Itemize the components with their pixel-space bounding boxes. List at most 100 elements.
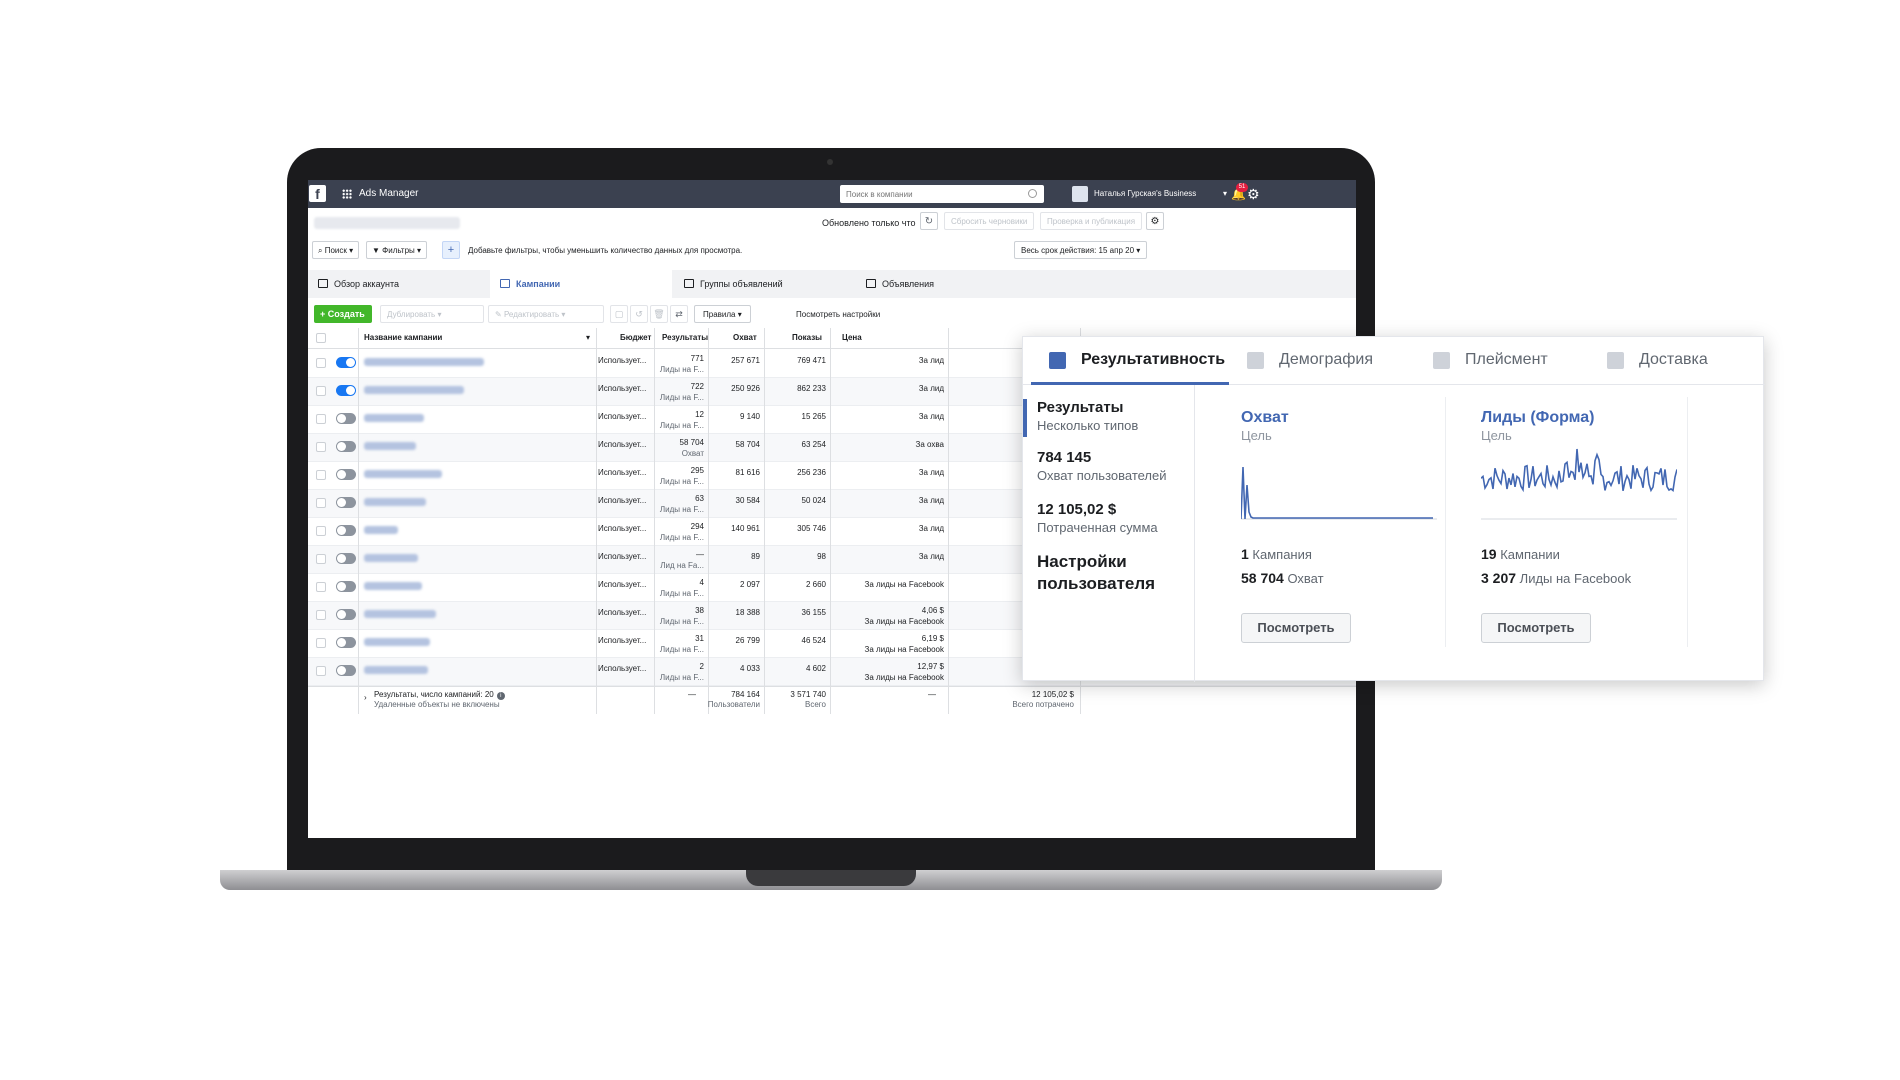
row-checkbox[interactable] (316, 498, 326, 508)
cell-results: 2 Лиды на F... (656, 662, 704, 682)
tab-demographics[interactable]: Демография (1229, 337, 1415, 385)
column-budget[interactable]: Бюджет (620, 328, 651, 348)
campaign-search-input[interactable] (840, 185, 1044, 203)
reach-stat-value: 58 704 (1241, 570, 1284, 586)
compare-icon[interactable]: ⇄ (670, 305, 688, 323)
tab-ads[interactable]: Объявления (856, 270, 1034, 298)
account-name[interactable]: Наталья Гурская's Business (1094, 189, 1196, 198)
row-checkbox[interactable] (316, 414, 326, 424)
column-name[interactable]: Название кампании (364, 328, 442, 348)
sparkline-line (1481, 448, 1677, 493)
leads-title[interactable]: Лиды (Форма) (1481, 409, 1595, 427)
summary-reach-note: Пользователи (707, 700, 760, 709)
reach-campaigns-label: Кампания (1252, 547, 1312, 562)
campaign-toggle[interactable] (336, 665, 356, 676)
chevron-right-icon[interactable]: › (364, 693, 367, 702)
apps-grid-icon[interactable] (342, 189, 352, 199)
search-filter-button[interactable]: ⌕ Поиск ▾ (312, 241, 360, 259)
tab-ad-sets[interactable]: Группы объявлений (674, 270, 852, 298)
campaign-name[interactable] (364, 554, 418, 562)
row-checkbox[interactable] (316, 638, 326, 648)
campaign-name[interactable] (364, 610, 436, 618)
campaign-toggle[interactable] (336, 357, 356, 368)
row-checkbox[interactable] (316, 386, 326, 396)
discard-drafts-button[interactable]: Сбросить черновики (944, 212, 1035, 230)
row-checkbox[interactable] (316, 358, 326, 368)
rules-button[interactable]: Правила ▾ (694, 305, 751, 323)
account-avatar[interactable] (1072, 186, 1088, 202)
campaign-toggle[interactable] (336, 553, 356, 564)
bar-chart-icon (1049, 352, 1066, 369)
undo-icon[interactable]: ↺ (630, 305, 648, 323)
campaign-name[interactable] (364, 414, 424, 422)
campaign-toggle[interactable] (336, 525, 356, 536)
date-range-button[interactable]: Весь срок действия: 15 апр 20 ▾ (1014, 241, 1148, 259)
tab-label: Объявления (882, 279, 935, 289)
edit-button[interactable]: ✎ Редактировать ▾ (488, 305, 604, 323)
sort-caret-icon[interactable]: ▾ (586, 328, 590, 348)
filters-button[interactable]: ▼ Фильтры ▾ (366, 241, 428, 259)
facebook-logo-icon[interactable]: f (309, 185, 326, 202)
campaign-name[interactable] (364, 582, 422, 590)
results-value: 31 (695, 634, 704, 643)
row-checkbox[interactable] (316, 610, 326, 620)
chevron-down-icon[interactable]: ▾ (1223, 189, 1227, 198)
review-publish-button[interactable]: Проверка и публикация (1040, 212, 1143, 230)
campaign-name[interactable] (364, 470, 442, 478)
campaign-name[interactable] (364, 666, 428, 674)
refresh-icon[interactable]: ↻ (920, 212, 938, 230)
create-button[interactable]: + Создать (314, 305, 372, 323)
campaign-toggle[interactable] (336, 469, 356, 480)
campaign-toggle[interactable] (336, 413, 356, 424)
tab-account-overview[interactable]: Обзор аккаунта (308, 270, 486, 298)
gear-icon[interactable]: ⚙ (1247, 186, 1260, 203)
copy-icon[interactable]: ▢ (610, 305, 628, 323)
user-settings-title[interactable]: Настройки пользователя (1037, 551, 1187, 595)
campaign-name[interactable] (364, 638, 430, 646)
campaign-name[interactable] (364, 358, 484, 366)
leads-campaigns-count: 19 (1481, 546, 1497, 562)
results-value: 2 (699, 662, 704, 671)
info-icon[interactable]: i (496, 692, 505, 700)
leads-view-button[interactable]: Посмотреть (1481, 613, 1591, 643)
campaign-toggle[interactable] (336, 441, 356, 452)
cell-budget: Использует... (598, 496, 647, 505)
campaign-toggle[interactable] (336, 497, 356, 508)
view-settings-label[interactable]: Посмотреть настройки (796, 310, 880, 319)
campaign-toggle[interactable] (336, 385, 356, 396)
tab-placement[interactable]: Плейсмент (1415, 337, 1585, 385)
tab-delivery[interactable]: Доставка (1589, 337, 1759, 385)
column-impressions[interactable]: Показы (792, 328, 822, 348)
campaign-name[interactable] (364, 442, 416, 450)
row-checkbox[interactable] (316, 442, 326, 452)
app-title[interactable]: Ads Manager (359, 188, 418, 199)
row-checkbox[interactable] (316, 666, 326, 676)
checkbox[interactable] (316, 333, 326, 343)
leads-value-stat: 3 207 Лиды на Facebook (1481, 570, 1631, 586)
account-selector[interactable] (314, 217, 460, 229)
cell-reach: 140 961 (731, 524, 760, 533)
campaign-toggle[interactable] (336, 609, 356, 620)
row-checkbox[interactable] (316, 582, 326, 592)
campaign-toggle[interactable] (336, 581, 356, 592)
column-reach[interactable]: Охват (733, 328, 757, 348)
row-checkbox[interactable] (316, 554, 326, 564)
add-filter-button[interactable]: + (442, 241, 460, 259)
campaign-name[interactable] (364, 498, 426, 506)
row-checkbox[interactable] (316, 526, 326, 536)
duplicate-button[interactable]: Дублировать ▾ (380, 305, 484, 323)
search-icon[interactable] (1028, 189, 1037, 198)
campaign-name[interactable] (364, 526, 398, 534)
row-checkbox[interactable] (316, 470, 326, 480)
reach-title[interactable]: Охват (1241, 409, 1289, 427)
reach-view-button[interactable]: Посмотреть (1241, 613, 1351, 643)
trash-icon[interactable]: 🗑 (650, 305, 668, 323)
campaign-name[interactable] (364, 386, 464, 394)
column-cost[interactable]: Цена (842, 328, 862, 348)
tab-performance[interactable]: Результативность (1031, 337, 1229, 385)
cell-cost: 4,06 $ За лиды на Facebook (838, 606, 944, 626)
settings-gear-icon[interactable]: ⚙ (1146, 212, 1164, 230)
campaign-toggle[interactable] (336, 637, 356, 648)
column-results[interactable]: Результаты (662, 328, 708, 348)
tab-campaigns[interactable]: Кампании (490, 270, 672, 298)
